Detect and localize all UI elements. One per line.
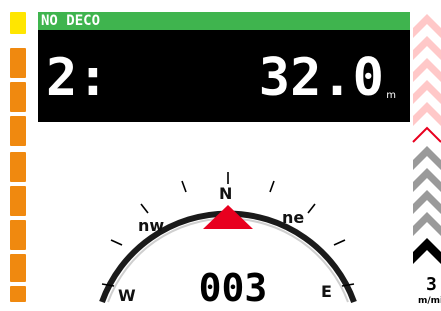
compass-label-ne: ne	[282, 208, 305, 227]
compass-label-nw: nw	[138, 216, 165, 235]
left-segment-bar	[10, 8, 26, 308]
left-bar-segment	[10, 48, 26, 78]
dive-time-value: 2:	[46, 48, 109, 108]
compass-label-w: W	[118, 286, 136, 305]
ascent-rate-unit: m/min	[418, 296, 441, 306]
left-bar-segment	[10, 82, 26, 112]
depth-value: 32.0	[258, 48, 384, 108]
left-bar-segment	[10, 152, 26, 182]
left-bar-segment	[10, 254, 26, 282]
left-bar-segment	[10, 116, 26, 146]
main-readout-panel: 2: 32.0 m	[38, 30, 410, 122]
deco-status-label: NO DECO	[41, 13, 101, 29]
compass-label-n: N	[219, 184, 233, 203]
left-bar-segment	[10, 220, 26, 250]
left-bar-segment	[10, 186, 26, 216]
ascent-rate-value: 3	[426, 274, 437, 295]
deco-status-bar: NO DECO	[38, 12, 410, 30]
compass-heading-value: 003	[198, 266, 268, 310]
left-bar-segment	[10, 286, 26, 302]
ascent-rate-indicator: 3 m/min	[410, 8, 441, 311]
compass: N nw ne W E 003	[88, 124, 368, 311]
ascent-chevrons	[412, 14, 441, 264]
compass-label-e: E	[321, 282, 332, 301]
depth-unit: m	[386, 90, 396, 101]
left-bar-segment-top	[10, 12, 26, 34]
